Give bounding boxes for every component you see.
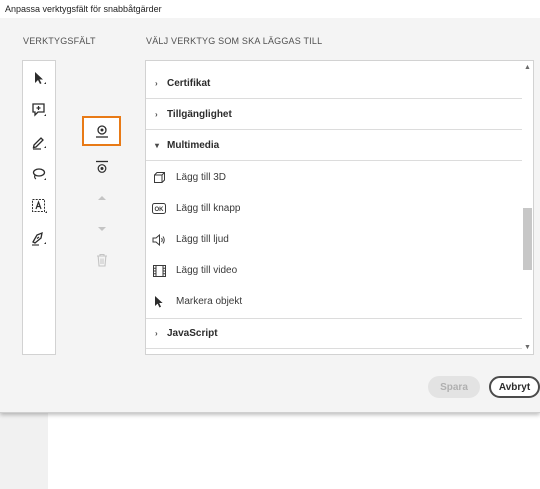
tool-label: Markera objekt xyxy=(176,296,243,307)
sign-pen-icon[interactable] xyxy=(30,229,48,247)
tool-list[interactable]: › Certifikat › Tillgänglighet ▾ Multimed… xyxy=(145,60,534,355)
category-label: Certifikat xyxy=(167,77,211,89)
category-label: Multimedia xyxy=(167,139,220,151)
lasso-icon[interactable] xyxy=(30,165,48,183)
text-box-icon[interactable] xyxy=(30,197,48,215)
background-sidebar xyxy=(0,412,49,489)
tool-select-object[interactable]: Markera objekt xyxy=(146,286,522,317)
delete-button[interactable] xyxy=(92,250,112,270)
move-down-button[interactable] xyxy=(92,219,112,239)
svg-text:OK: OK xyxy=(155,207,165,213)
chevron-down-icon: ▾ xyxy=(155,140,160,150)
add-to-toolbar-button[interactable] xyxy=(82,116,121,146)
background-document xyxy=(48,412,540,489)
select-arrow-icon[interactable] xyxy=(30,69,48,87)
chevron-right-icon: › xyxy=(155,329,158,338)
move-up-button[interactable] xyxy=(92,188,112,208)
toolbar-panel xyxy=(22,60,56,355)
toolbar-section-label: VERKTYGSFÄLT xyxy=(23,36,96,46)
pen-icon[interactable] xyxy=(30,133,48,151)
add-to-toolbar-icon xyxy=(95,125,108,138)
category-label: Tillgänglighet xyxy=(167,108,232,120)
customize-toolbar-dialog: Anpassa verktygsfält för snabbåtgärder V… xyxy=(0,0,540,413)
category-multimedia[interactable]: ▾ Multimedia xyxy=(146,130,522,161)
scroll-up-icon[interactable]: ▲ xyxy=(523,63,532,72)
choose-tools-label: VÄLJ VERKTYG SOM SKA LÄGGAS TILL xyxy=(146,36,323,46)
insert-separator-button[interactable] xyxy=(92,157,112,177)
cancel-button[interactable]: Avbryt xyxy=(489,376,540,398)
chevron-right-icon: › xyxy=(155,109,158,119)
tool-label: Lägg till ljud xyxy=(176,234,229,245)
film-icon xyxy=(152,264,166,278)
ok-button-icon: OK xyxy=(152,202,166,216)
chevron-right-icon: › xyxy=(155,78,158,88)
category-label: JavaScript xyxy=(167,328,218,339)
scroll-thumb[interactable] xyxy=(523,208,532,270)
tool-label: Lägg till video xyxy=(176,265,238,276)
trash-icon xyxy=(97,253,107,267)
scroll-down-icon[interactable]: ▼ xyxy=(523,343,532,352)
cube-icon xyxy=(152,171,166,185)
speaker-icon xyxy=(152,233,166,247)
category-tillganglighet[interactable]: › Tillgänglighet xyxy=(146,99,522,130)
move-up-icon xyxy=(98,196,106,200)
pointer-icon xyxy=(152,295,166,309)
list-scrollbar[interactable]: ▲ ▼ xyxy=(522,61,533,354)
tool-add-button[interactable]: OK Lägg till knapp xyxy=(146,193,522,224)
add-comment-icon[interactable] xyxy=(30,101,48,119)
tool-label: Lägg till knapp xyxy=(176,203,241,214)
dialog-title: Anpassa verktygsfält för snabbåtgärder xyxy=(0,0,540,18)
save-button[interactable]: Spara xyxy=(428,376,480,398)
move-down-icon xyxy=(98,227,106,231)
tool-add-sound[interactable]: Lägg till ljud xyxy=(146,224,522,255)
category-javascript[interactable]: › JavaScript xyxy=(146,318,522,349)
separator-icon xyxy=(96,160,108,173)
tool-add-3d[interactable]: Lägg till 3D xyxy=(146,162,522,193)
tool-add-video[interactable]: Lägg till video xyxy=(146,255,522,286)
tool-label: Lägg till 3D xyxy=(176,172,227,183)
category-certifikat[interactable]: › Certifikat xyxy=(146,68,522,99)
